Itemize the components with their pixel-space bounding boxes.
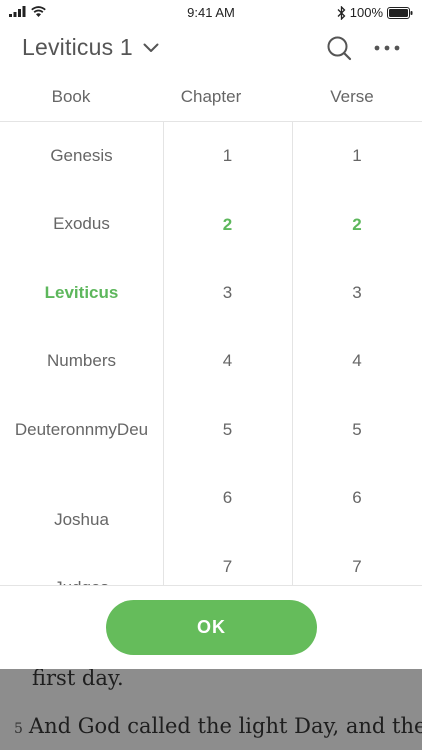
chapter-item[interactable]: 6: [163, 488, 292, 508]
chevron-down-icon[interactable]: [143, 43, 159, 53]
book-item[interactable]: DeuteronnmyDeu: [0, 420, 163, 440]
chapter-item[interactable]: 5: [163, 420, 292, 440]
book-item[interactable]: Numbers: [0, 351, 163, 371]
column-header-chapter: Chapter: [180, 87, 242, 106]
chapter-item[interactable]: 1: [163, 146, 292, 166]
header: Leviticus 1: [0, 26, 422, 72]
status-bar: 9:41 AM 100%: [0, 0, 422, 26]
battery-icon: [387, 6, 413, 19]
book-selector[interactable]: Leviticus 1: [22, 34, 159, 61]
page-title: Leviticus 1: [22, 34, 133, 60]
book-item-selected[interactable]: Leviticus: [0, 283, 163, 303]
verse-text: And God called the light Day, and the: [28, 714, 422, 738]
verse-item[interactable]: 3: [292, 283, 422, 303]
verse-item[interactable]: 6: [292, 488, 422, 508]
ok-button[interactable]: OK: [106, 600, 317, 655]
book-item[interactable]: Joshua: [0, 510, 163, 530]
background-text-line: 5 And God called the light Day, and the: [14, 714, 422, 738]
battery-percent: 100%: [349, 5, 383, 20]
chapter-item[interactable]: 4: [163, 351, 292, 371]
background-text-line: first day.: [32, 669, 124, 690]
chapter-item-selected[interactable]: 2: [163, 215, 292, 235]
verse-item[interactable]: 5: [292, 420, 422, 440]
book-item[interactable]: Genesis: [0, 146, 163, 166]
status-right: 100%: [337, 5, 413, 20]
verse-item[interactable]: 7: [292, 557, 422, 577]
chapter-item[interactable]: 7: [163, 557, 292, 577]
ok-area: OK: [0, 587, 422, 669]
background-overlay[interactable]: first day. 5 And God called the light Day…: [0, 669, 422, 750]
search-icon[interactable]: [326, 35, 352, 61]
verse-item[interactable]: 4: [292, 351, 422, 371]
column-header-book: Book: [51, 87, 91, 106]
verse-item[interactable]: 1: [292, 146, 422, 166]
book-item[interactable]: Exodus: [0, 214, 163, 234]
column-header-verse: Verse: [330, 87, 374, 106]
book-item[interactable]: Judges: [0, 578, 163, 585]
verse-item-selected[interactable]: 2: [292, 215, 422, 235]
picker[interactable]: Genesis Exodus Leviticus Numbers Deutero…: [0, 122, 422, 586]
chapter-item[interactable]: 3: [163, 283, 292, 303]
verse-number: 5: [14, 721, 23, 737]
bluetooth-icon: [337, 5, 346, 20]
more-icon[interactable]: [374, 45, 400, 51]
column-headers: Book Chapter Verse: [0, 72, 422, 122]
